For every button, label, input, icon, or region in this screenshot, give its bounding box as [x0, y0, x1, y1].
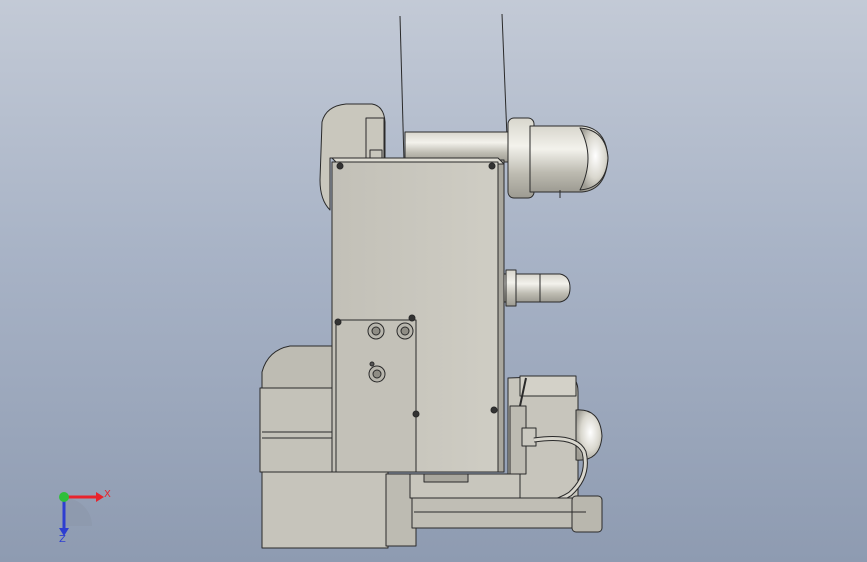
cad-viewport[interactable]: X Z — [0, 0, 867, 562]
slide-rail — [411, 497, 589, 529]
screw-lower-right — [490, 406, 498, 414]
lower-shaft — [497, 273, 545, 303]
slide-screw-block — [423, 473, 469, 483]
connector — [521, 427, 537, 447]
base-module — [261, 471, 389, 549]
lower-cylinder-cap — [539, 273, 571, 303]
triad-shadow — [64, 498, 92, 526]
screw-mid-sub — [408, 314, 416, 322]
z-axis-label: Z — [59, 534, 66, 545]
side-roller — [575, 409, 603, 461]
screw-mid-left — [334, 318, 342, 326]
axis-triad: X Z — [59, 489, 111, 545]
y-axis-dot — [59, 492, 69, 502]
x-axis-head — [96, 492, 104, 502]
knob-3-marker — [369, 361, 375, 367]
screw-top-left — [336, 162, 344, 170]
x-axis-label: X — [104, 489, 111, 500]
sub-plate — [335, 319, 417, 473]
slide-foot — [571, 495, 603, 533]
screw-top-right — [488, 162, 496, 170]
lower-block — [259, 387, 333, 473]
lower-collar — [505, 269, 517, 307]
side-actuator-top — [519, 375, 577, 397]
model-drawing: X Z — [59, 13, 609, 549]
screw-lower-sub — [412, 410, 420, 418]
wire-left — [399, 15, 405, 163]
